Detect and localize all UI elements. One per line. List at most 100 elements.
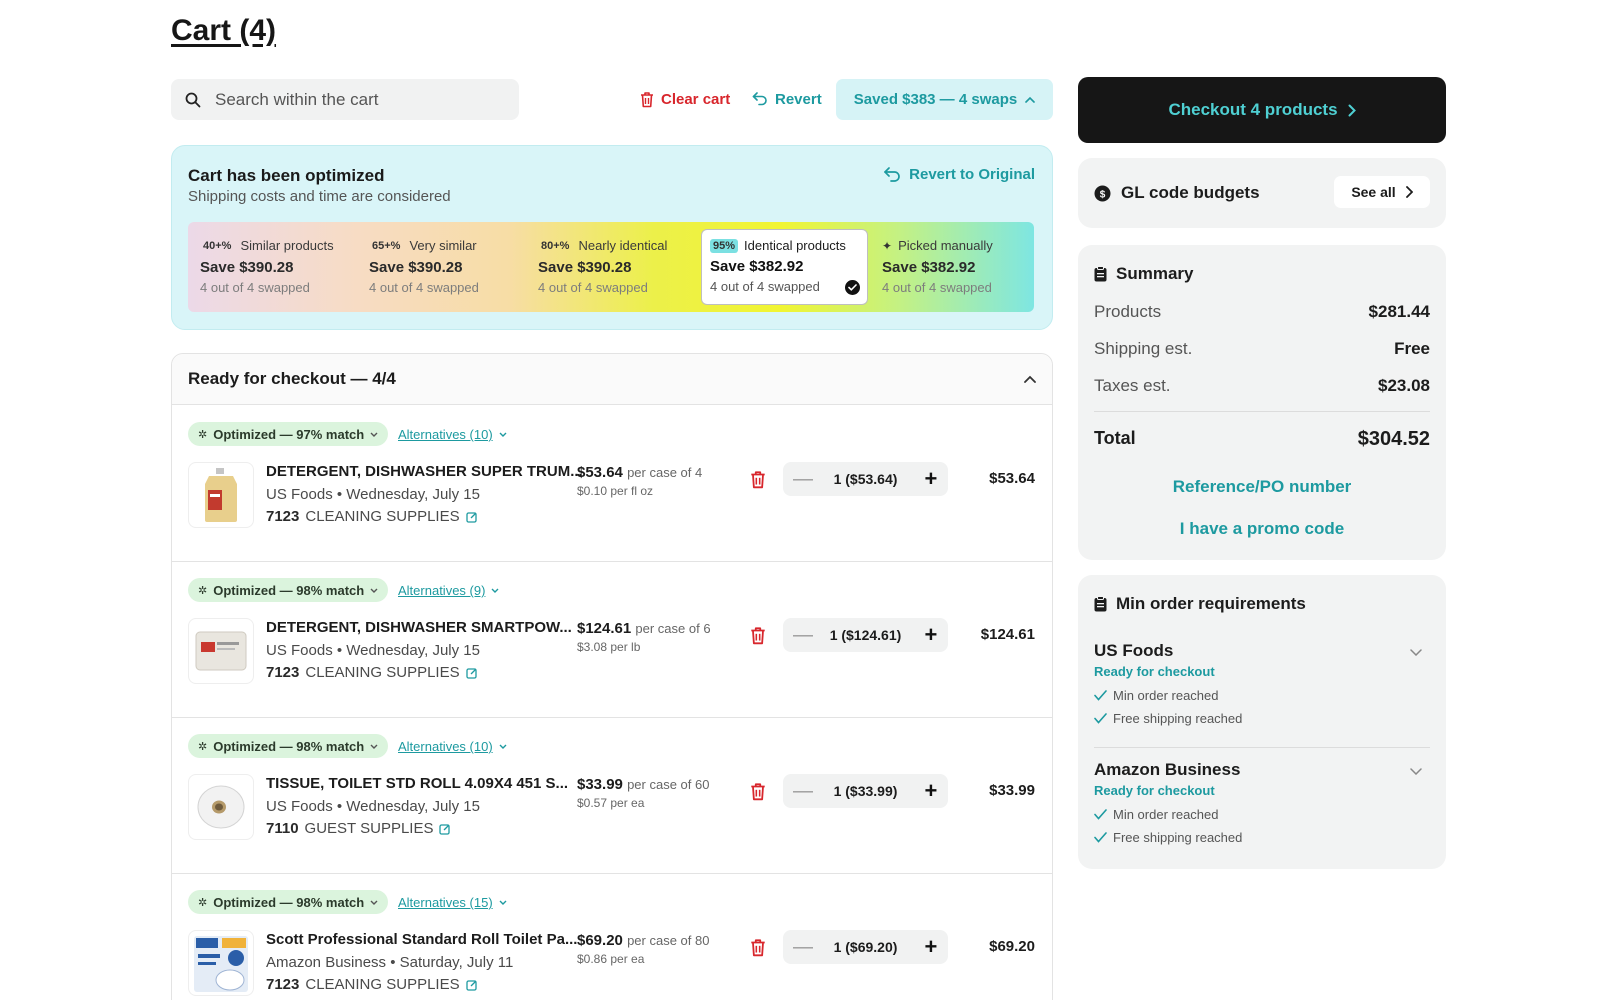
list-header[interactable]: Ready for checkout — 4/4	[172, 354, 1052, 405]
unit-price: $3.08 per lb	[577, 640, 641, 654]
jug-icon[interactable]	[188, 462, 254, 528]
vendor-status: Ready for checkout	[1094, 664, 1215, 679]
product-price: $124.61 per case of 6	[577, 620, 711, 637]
see-all-button[interactable]: See all	[1334, 176, 1430, 208]
quantity-stepper: — 1 ($124.61) +	[783, 618, 948, 652]
remove-item-button[interactable]	[750, 782, 766, 806]
product-vendor: Amazon Business • Saturday, July 11	[266, 954, 514, 971]
optimization-title: Cart has been optimized	[188, 166, 385, 185]
gl-code-link[interactable]: 7110 GUEST SUPPLIES	[266, 820, 451, 837]
clipboard-icon	[1094, 266, 1107, 282]
tier-swapped: 4 out of 4 swapped	[369, 280, 479, 295]
trash-icon	[751, 939, 765, 957]
quantity-value[interactable]: 1 ($53.64)	[834, 471, 898, 487]
increment-button[interactable]: +	[924, 622, 938, 648]
summary-row-shipping: Shipping est. Free	[1094, 339, 1430, 359]
gl-code: 7110	[266, 820, 299, 837]
reference-po-link[interactable]: Reference/PO number	[1094, 477, 1430, 497]
check-icon	[1094, 713, 1107, 724]
promo-code-link[interactable]: I have a promo code	[1094, 519, 1430, 539]
revert-button[interactable]: Revert	[752, 88, 822, 110]
page-title: Cart (4)	[171, 14, 277, 47]
vendor-name: Amazon Business	[1094, 760, 1241, 779]
decrement-button[interactable]: —	[793, 780, 813, 803]
checkout-button[interactable]: Checkout 4 products	[1078, 77, 1446, 143]
match-label: Optimized — 98% match	[213, 738, 365, 754]
match-badge[interactable]: ✲ Optimized — 98% match	[188, 578, 389, 602]
product-name[interactable]: Scott Professional Standard Roll Toilet …	[266, 931, 577, 948]
chevron-down-icon[interactable]	[1410, 649, 1422, 656]
alternatives-link[interactable]: Alternatives (10)	[398, 427, 507, 442]
chevron-down-icon	[499, 900, 507, 905]
tier-very-similar[interactable]: 65+% Very similar Save $390.28 4 out of 4…	[357, 222, 522, 312]
quantity-value[interactable]: 1 ($33.99)	[834, 783, 898, 799]
toilet-roll-icon[interactable]	[188, 774, 254, 840]
match-badge[interactable]: ✲ Optimized — 98% match	[188, 734, 389, 758]
tier-swapped: 4 out of 4 swapped	[882, 280, 992, 295]
optimization-subtitle: Shipping costs and time are considered	[188, 188, 451, 205]
remove-item-button[interactable]	[750, 938, 766, 962]
increment-button[interactable]: +	[924, 466, 938, 492]
unit-price: $0.10 per fl oz	[577, 484, 654, 498]
tier-picked-manually[interactable]: ✦ Picked manually Save $382.92 4 out of 4…	[870, 222, 1034, 312]
tissue-pack-icon[interactable]	[188, 930, 254, 996]
tub-icon[interactable]	[188, 618, 254, 684]
decrement-button[interactable]: —	[793, 468, 813, 491]
optimization-panel: Cart has been optimized Shipping costs a…	[171, 145, 1053, 330]
price-value: $53.64	[577, 464, 623, 481]
unit-price: $0.57 per ea	[577, 796, 645, 810]
match-label: Optimized — 98% match	[213, 894, 365, 910]
remove-item-button[interactable]	[750, 626, 766, 650]
clear-cart-button[interactable]: Clear cart	[640, 88, 730, 110]
increment-button[interactable]: +	[924, 778, 938, 804]
tier-identical-selected[interactable]: 95% Identical products Save $382.92 4 out…	[701, 229, 868, 305]
pack-size: per case of 4	[627, 465, 703, 480]
remove-item-button[interactable]	[750, 470, 766, 494]
cart-search[interactable]	[171, 79, 519, 120]
requirement-row: Min order reached	[1094, 807, 1430, 822]
alternatives-link[interactable]: Alternatives (15)	[398, 895, 507, 910]
tier-similar[interactable]: 40+% Similar products Save $390.28 4 out …	[188, 222, 353, 312]
revert-to-original-button[interactable]: Revert to Original	[883, 166, 1035, 183]
summary-total: Total $304.52	[1094, 428, 1430, 451]
chevron-up-icon[interactable]	[1024, 375, 1036, 383]
gl-code-link[interactable]: 7123 CLEANING SUPPLIES	[266, 664, 478, 681]
quantity-stepper: — 1 ($33.99) +	[783, 774, 948, 808]
product-name[interactable]: DETERGENT, DISHWASHER SUPER TRUM...	[266, 463, 583, 480]
summary-row-value: $281.44	[1368, 302, 1430, 321]
line-total: $69.20	[989, 938, 1035, 955]
gl-name: CLEANING SUPPLIES	[305, 508, 460, 525]
gl-code-link[interactable]: 7123 CLEANING SUPPLIES	[266, 508, 478, 525]
decrement-button[interactable]: —	[793, 624, 813, 647]
match-badge[interactable]: ✲ Optimized — 98% match	[188, 890, 389, 914]
decrement-button[interactable]: —	[793, 936, 813, 959]
tier-nearly-identical[interactable]: 80+% Nearly identical Save $390.28 4 out …	[526, 222, 691, 312]
tier-label: Picked manually	[898, 238, 993, 253]
quantity-value[interactable]: 1 ($69.20)	[834, 939, 898, 955]
vendor-status: Ready for checkout	[1094, 783, 1215, 798]
product-name[interactable]: DETERGENT, DISHWASHER SMARTPOW...	[266, 619, 572, 636]
match-badge[interactable]: ✲ Optimized — 97% match	[188, 422, 389, 446]
summary-row-products: Products $281.44	[1094, 302, 1430, 322]
search-input[interactable]	[215, 89, 495, 110]
total-label: Total	[1094, 428, 1136, 448]
saved-label: Saved $383 — 4 swaps	[853, 91, 1018, 108]
product-name[interactable]: TISSUE, TOILET STD ROLL 4.09X4 451 S...	[266, 775, 568, 792]
tier-savings: Save $390.28	[369, 259, 463, 276]
product-vendor: US Foods • Wednesday, July 15	[266, 642, 480, 659]
chevron-down-icon[interactable]	[1410, 768, 1422, 775]
alternatives-label: Alternatives (15)	[398, 895, 493, 910]
trash-icon	[751, 783, 765, 801]
alternatives-link[interactable]: Alternatives (9)	[398, 583, 499, 598]
saved-summary-toggle[interactable]: Saved $383 — 4 swaps	[836, 79, 1053, 120]
vendor-us-foods[interactable]: US Foods Ready for checkout Min order re…	[1094, 641, 1430, 726]
summary-row-value: $23.08	[1378, 376, 1430, 395]
increment-button[interactable]: +	[924, 934, 938, 960]
quantity-value[interactable]: 1 ($124.61)	[830, 627, 902, 643]
min-order-header: Min order requirements	[1094, 594, 1306, 614]
vendor-amazon-business[interactable]: Amazon Business Ready for checkout Min o…	[1094, 760, 1430, 845]
alternatives-link[interactable]: Alternatives (10)	[398, 739, 507, 754]
gl-code-link[interactable]: 7123 CLEANING SUPPLIES	[266, 976, 478, 993]
chevron-down-icon	[370, 900, 378, 905]
chevron-right-icon	[1348, 104, 1356, 116]
